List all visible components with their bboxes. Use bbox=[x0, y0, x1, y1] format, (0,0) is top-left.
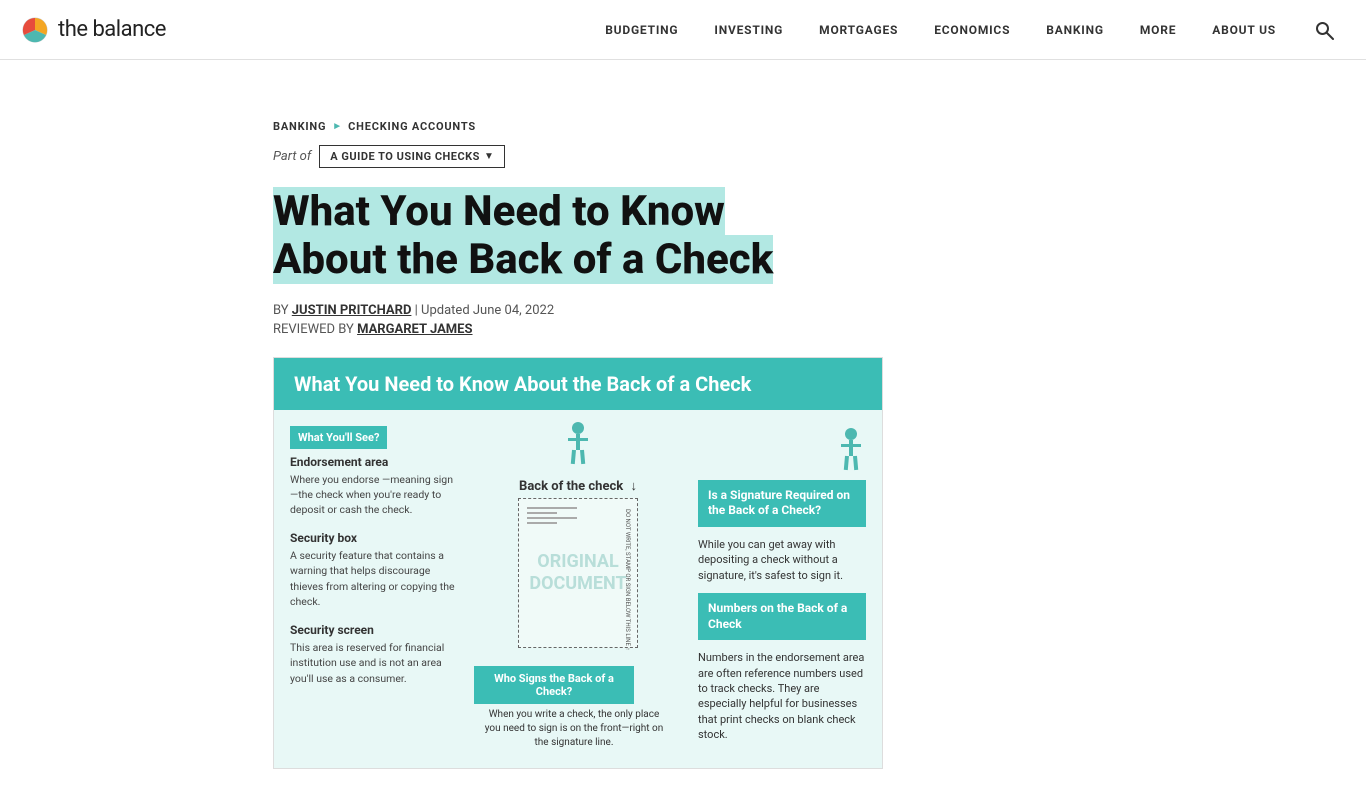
bottom-section: Who Signs the Back of a Check? When you … bbox=[474, 658, 682, 754]
infographic-title: What You Need to Know About the Back of … bbox=[294, 372, 862, 396]
infographic-center-panel: Back of the check ↓ ORIGINAL DOCUMENT DO… bbox=[474, 410, 682, 769]
check-vertical-text: DO NOT WRITE, STAMP OR SIGN BELOW THIS L… bbox=[624, 509, 631, 650]
guide-badge[interactable]: A GUIDE TO USING CHECKS ▼ bbox=[319, 145, 505, 168]
nav-item-mortgages[interactable]: MORTGAGES bbox=[801, 0, 916, 60]
infographic: What You Need to Know About the Back of … bbox=[273, 357, 883, 770]
nav-item-banking[interactable]: BANKING bbox=[1028, 0, 1122, 60]
security-screen-title: Security screen bbox=[290, 623, 458, 637]
nav-item-economics[interactable]: ECONOMICS bbox=[916, 0, 1028, 60]
logo-text: the balance bbox=[58, 17, 166, 42]
person-figure-icon bbox=[563, 420, 593, 470]
title-highlight-1: What You Need to Know bbox=[273, 187, 725, 236]
search-button[interactable] bbox=[1302, 8, 1346, 52]
infographic-left-panel: What You'll See? Endorsement area Where … bbox=[274, 410, 474, 769]
endorsement-desc: Where you endorse —meaning sign—the chec… bbox=[290, 472, 458, 518]
site-header: the balance BUDGETING INVESTING MORTGAGE… bbox=[0, 0, 1366, 60]
infographic-item-endorsement: Endorsement area Where you endorse —mean… bbox=[290, 455, 458, 518]
breadcrumb-arrow-icon: ► bbox=[332, 121, 342, 132]
nav-item-investing[interactable]: INVESTING bbox=[696, 0, 801, 60]
chevron-down-icon: ▼ bbox=[484, 151, 494, 162]
reviewer-name[interactable]: MARGARET JAMES bbox=[357, 322, 472, 337]
updated-date: | Updated June 04, 2022 bbox=[415, 303, 555, 318]
security-screen-desc: This area is reserved for financial inst… bbox=[290, 640, 458, 686]
title-highlight-2: About the Back of a Check bbox=[273, 235, 773, 284]
security-box-title: Security box bbox=[290, 531, 458, 545]
arrow-down-icon: ↓ bbox=[630, 479, 637, 494]
right-figure bbox=[698, 426, 866, 476]
part-of-label: Part of bbox=[273, 149, 311, 164]
endorsement-title: Endorsement area bbox=[290, 455, 458, 469]
guide-badge-text: A GUIDE TO USING CHECKS bbox=[330, 150, 480, 163]
security-box-desc: A security feature that contains a warni… bbox=[290, 548, 458, 609]
infographic-item-security-screen: Security screen This area is reserved fo… bbox=[290, 623, 458, 686]
infographic-right-panel: Is a Signature Required on the Back of a… bbox=[682, 410, 882, 769]
infographic-body: What You'll See? Endorsement area Where … bbox=[274, 410, 882, 769]
author-prefix: BY bbox=[273, 303, 289, 318]
check-watermark: ORIGINAL DOCUMENT bbox=[519, 551, 637, 594]
author-name[interactable]: JUSTIN PRITCHARD bbox=[292, 303, 412, 318]
bottom-section-label: Who Signs the Back of a Check? bbox=[474, 666, 634, 704]
infographic-header: What You Need to Know About the Back of … bbox=[274, 358, 882, 410]
breadcrumb-checking[interactable]: CHECKING ACCOUNTS bbox=[348, 120, 476, 133]
breadcrumb-banking[interactable]: BANKING bbox=[273, 120, 326, 133]
nav-item-more[interactable]: MORE bbox=[1122, 0, 1194, 60]
reviewed-prefix: REVIEWED BY bbox=[273, 322, 354, 337]
logo-icon bbox=[20, 15, 50, 45]
right-section1-text: While you can get away with depositing a… bbox=[698, 537, 866, 583]
reviewed-line: REVIEWED BY MARGARET JAMES bbox=[273, 322, 1093, 337]
bottom-section-text: When you write a check, the only place y… bbox=[474, 704, 674, 754]
person-figure-right-icon bbox=[836, 426, 866, 476]
infographic-item-security-box: Security box A security feature that con… bbox=[290, 531, 458, 609]
site-logo[interactable]: the balance bbox=[20, 15, 166, 45]
main-nav: BUDGETING INVESTING MORTGAGES ECONOMICS … bbox=[587, 0, 1294, 60]
check-lines bbox=[527, 507, 577, 527]
author-info: BY JUSTIN PRITCHARD | Updated June 04, 2… bbox=[273, 303, 1093, 337]
check-visual: ORIGINAL DOCUMENT DO NOT WRITE, STAMP OR… bbox=[518, 498, 638, 648]
right-section2-text: Numbers in the endorsement area are ofte… bbox=[698, 650, 866, 742]
right-section2-title: Numbers on the Back of a Check bbox=[698, 593, 866, 640]
search-icon bbox=[1314, 20, 1334, 40]
nav-item-budgeting[interactable]: BUDGETING bbox=[587, 0, 696, 60]
part-of-section: Part of A GUIDE TO USING CHECKS ▼ bbox=[273, 145, 1093, 168]
breadcrumb: BANKING ► CHECKING ACCOUNTS bbox=[273, 120, 1093, 133]
author-line: BY JUSTIN PRITCHARD | Updated June 04, 2… bbox=[273, 303, 1093, 318]
left-section-title: What You'll See? bbox=[290, 426, 387, 449]
top-figure bbox=[563, 420, 593, 474]
nav-item-about-us[interactable]: ABOUT US bbox=[1194, 0, 1294, 60]
main-content: BANKING ► CHECKING ACCOUNTS Part of A GU… bbox=[253, 60, 1113, 809]
article-title: What You Need to Know About the Back of … bbox=[273, 188, 793, 285]
right-section1-title: Is a Signature Required on the Back of a… bbox=[698, 480, 866, 527]
back-of-check-label: Back of the check ↓ bbox=[519, 478, 637, 494]
